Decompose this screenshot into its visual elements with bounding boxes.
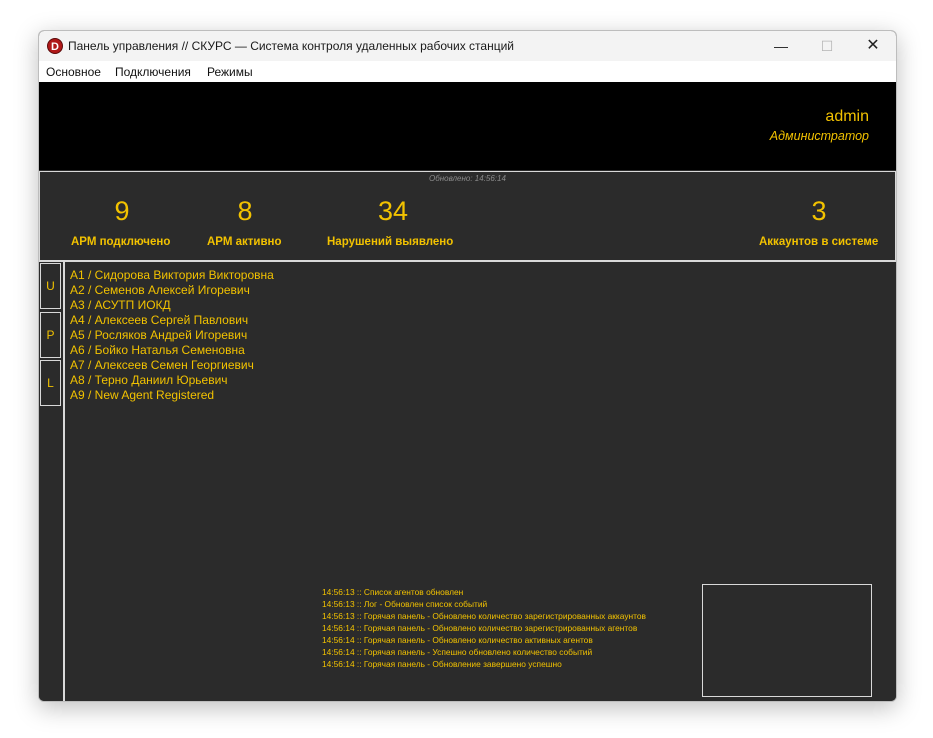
header-panel: admin Администратор	[39, 82, 896, 170]
menu-bar: Основное Подключения Режимы	[39, 61, 896, 82]
log-entry: 14:56:13 :: Список агентов обновлен	[322, 587, 464, 597]
agent-list-item[interactable]: A6 / Бойко Наталья Семеновна	[70, 343, 274, 358]
agent-list-item[interactable]: A9 / New Agent Registered	[70, 388, 274, 403]
updated-timestamp: Обновлено: 14:56:14	[429, 174, 506, 183]
title-bar[interactable]: D Панель управления // СКУРС — Система к…	[39, 31, 896, 61]
user-role: Администратор	[769, 129, 869, 143]
stat-violations-value: 34	[377, 196, 409, 226]
agent-list-item[interactable]: A1 / Сидорова Виктория Викторовна	[70, 268, 274, 283]
agent-list-item[interactable]: A5 / Росляков Андрей Игоревич	[70, 328, 274, 343]
tab-log[interactable]: L	[40, 360, 61, 406]
tab-users[interactable]: U	[40, 263, 61, 309]
close-button[interactable]: ✕	[850, 31, 896, 61]
stat-violations-label: Нарушений выявлено	[327, 236, 454, 248]
stat-active-value: 8	[237, 196, 253, 226]
agent-list-item[interactable]: A3 / АСУТП ИОКД	[70, 298, 274, 313]
menu-main[interactable]: Основное	[46, 65, 101, 79]
detail-panel	[702, 584, 872, 697]
log-entry: 14:56:13 :: Лог - Обновлен список событи…	[322, 599, 488, 609]
tab-divider	[63, 262, 65, 701]
app-logo-icon: D	[47, 38, 63, 54]
tab-policies[interactable]: P	[40, 312, 61, 358]
stat-active-label: АРМ активно	[207, 236, 282, 248]
menu-modes[interactable]: Режимы	[207, 65, 253, 79]
app-window: D Панель управления // СКУРС — Система к…	[38, 30, 897, 702]
log-entry: 14:56:14 :: Горячая панель - Обновлено к…	[322, 623, 638, 633]
log-entry: 14:56:13 :: Горячая панель - Обновлено к…	[322, 611, 647, 621]
log-entry: 14:56:14 :: Горячая панель - Обновлено к…	[322, 635, 593, 645]
stat-accounts-label: Аккаунтов в системе	[759, 236, 879, 248]
user-name: admin	[825, 108, 869, 125]
agent-list: A1 / Сидорова Виктория Викторовна A2 / С…	[70, 268, 274, 403]
event-log: 14:56:13 :: Список агентов обновлен 14:5…	[322, 586, 646, 670]
stat-connected-label: АРМ подключено	[71, 236, 171, 248]
hot-panel: Обновлено: 14:56:14 9 АРМ подключено 8 А…	[39, 171, 896, 262]
log-entry: 14:56:14 :: Горячая панель - Обновление …	[322, 659, 562, 669]
agent-list-item[interactable]: A7 / Алексеев Семен Георгиевич	[70, 358, 274, 373]
menu-connections[interactable]: Подключения	[115, 65, 191, 79]
agent-list-item[interactable]: A4 / Алексеев Сергей Павлович	[70, 313, 274, 328]
minimize-button[interactable]: —	[758, 31, 804, 61]
stat-connected-value: 9	[114, 196, 130, 226]
maximize-button[interactable]: ☐	[804, 31, 850, 61]
stat-accounts-value: 3	[811, 196, 827, 226]
agent-list-item[interactable]: A8 / Терно Даниил Юрьевич	[70, 373, 274, 388]
agent-list-item[interactable]: A2 / Семенов Алексей Игоревич	[70, 283, 274, 298]
main-area: U P L A1 / Сидорова Виктория Викторовна …	[39, 262, 896, 701]
log-entry: 14:56:14 :: Горячая панель - Успешно обн…	[322, 647, 593, 657]
window-title: Панель управления // СКУРС — Система кон…	[68, 39, 514, 53]
